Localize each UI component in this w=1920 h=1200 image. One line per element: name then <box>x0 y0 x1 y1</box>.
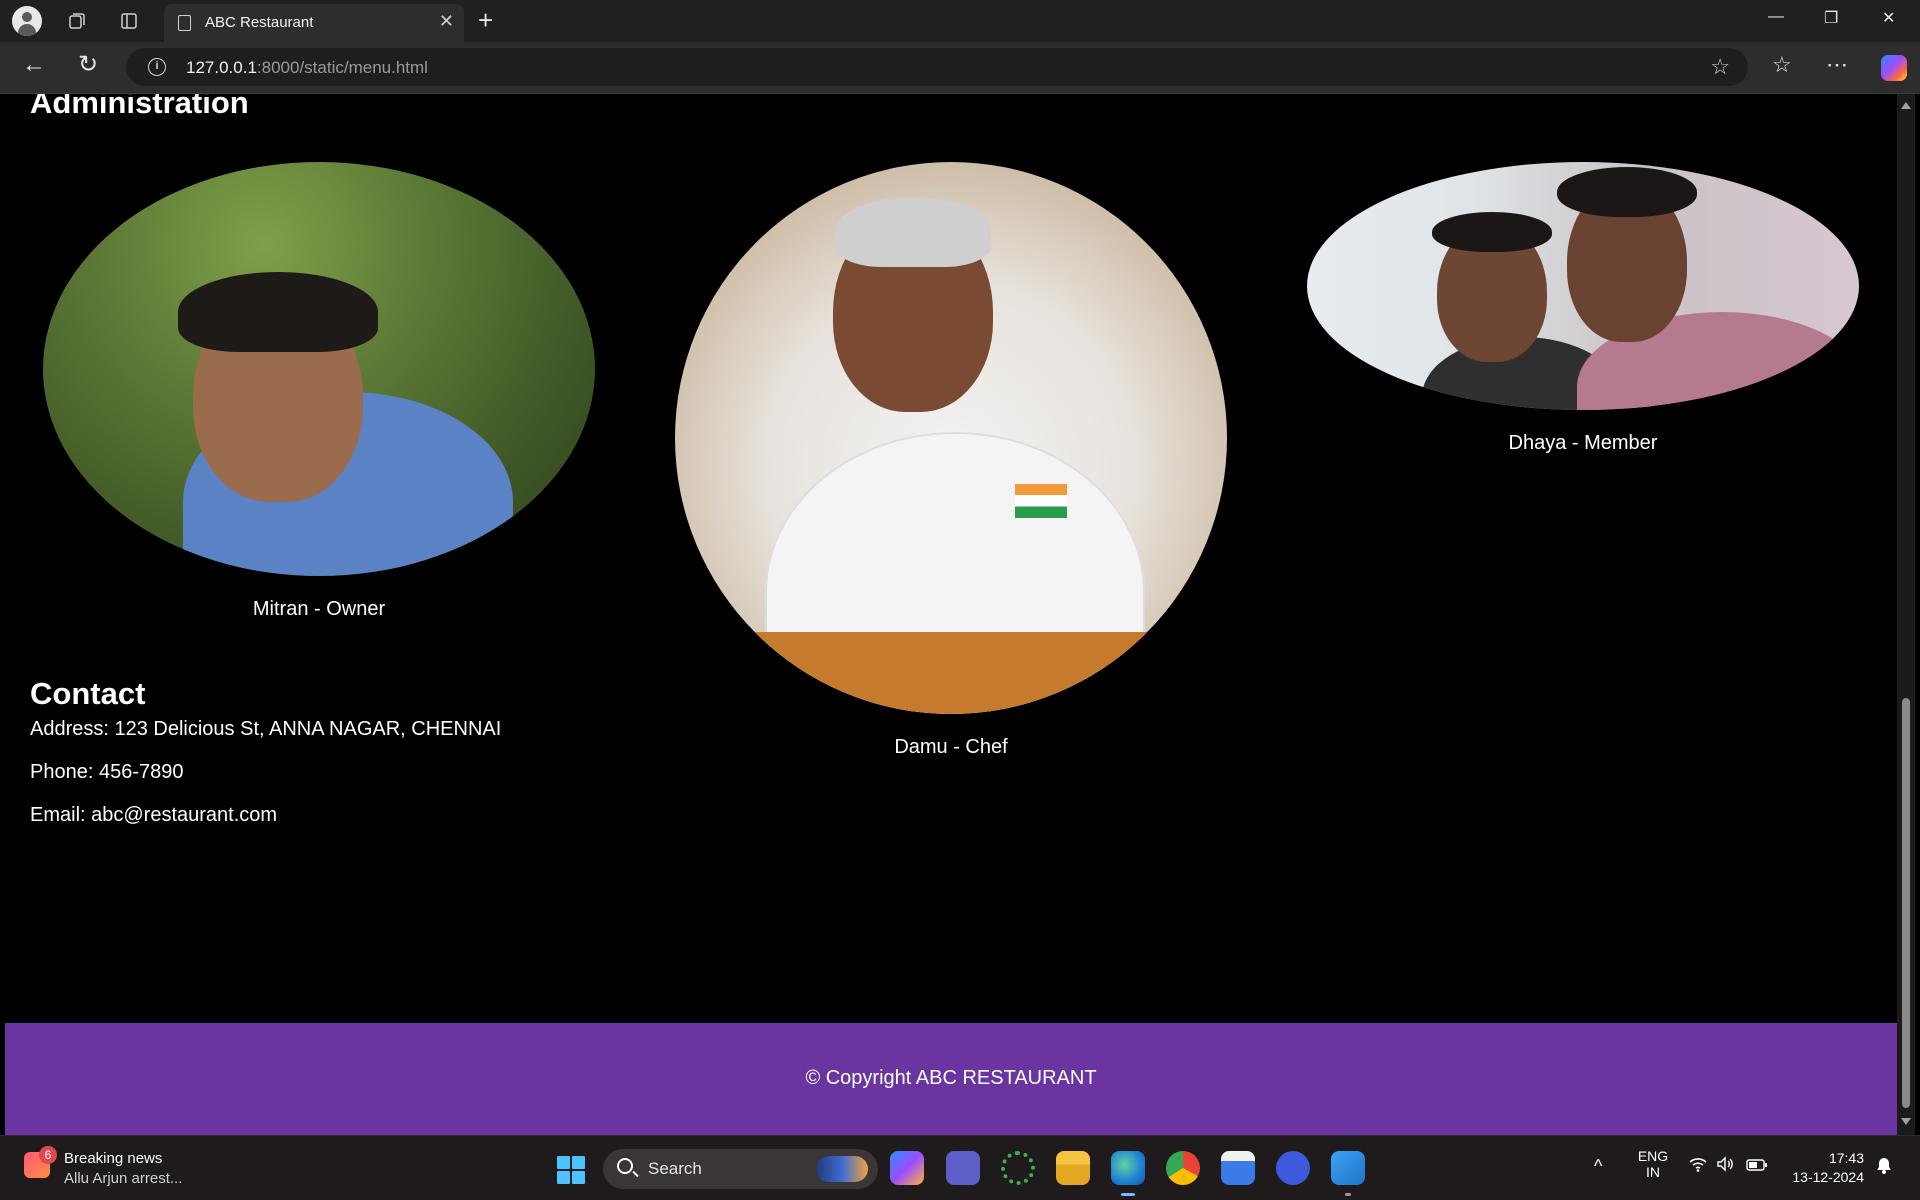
maximize-button[interactable]: ❐ <box>1824 8 1838 28</box>
news-title: Breaking news <box>64 1150 163 1167</box>
favorite-star-icon[interactable]: ☆ <box>1710 54 1730 80</box>
mitran-photo <box>43 162 595 576</box>
wifi-icon[interactable] <box>1688 1156 1708 1175</box>
dhaya-photo <box>1307 162 1859 410</box>
administration-heading: Administration <box>30 94 249 120</box>
vscode-app-icon[interactable] <box>1331 1151 1365 1196</box>
member-card-damu: Damu - Chef <box>675 162 1227 759</box>
taskbar-search[interactable]: Search <box>603 1149 878 1189</box>
clock[interactable]: 17:43 13-12-2024 <box>1784 1150 1864 1185</box>
url-text[interactable]: 127.0.0.1:8000/static/menu.html <box>186 58 428 78</box>
favorites-icon[interactable]: ☆ <box>1772 52 1792 78</box>
damu-photo <box>675 162 1227 714</box>
footer-copyright: © Copyright ABC RESTAURANT <box>805 1067 1097 1089</box>
scroll-down-arrow-icon[interactable] <box>1901 1118 1911 1125</box>
page-icon <box>178 15 191 31</box>
battery-icon[interactable] <box>1746 1158 1768 1174</box>
loader-app-icon[interactable] <box>1001 1151 1035 1185</box>
news-subtitle: Allu Arjun arrest... <box>64 1170 183 1187</box>
search-label: Search <box>648 1159 702 1178</box>
member-caption: Damu - Chef <box>894 736 1008 758</box>
reload-button[interactable]: ↻ <box>78 52 98 78</box>
browser-tab-bar: ABC Restaurant ✕ + — ❐ ✕ <box>0 0 1920 42</box>
url-host: 127.0.0.1 <box>186 58 257 77</box>
member-card-mitran: Mitran - Owner <box>43 162 595 621</box>
photo-table <box>675 632 1227 714</box>
photo-hair-left <box>1432 212 1552 252</box>
search-highlight-image <box>816 1156 868 1182</box>
lang-line1: ENG <box>1637 1148 1669 1164</box>
contact-heading: Contact <box>30 676 146 711</box>
collections-icon[interactable] <box>62 6 92 36</box>
page-scrollbar[interactable] <box>1897 94 1915 1135</box>
member-caption: Mitran - Owner <box>252 598 386 620</box>
page-footer: © Copyright ABC RESTAURANT <box>5 1023 1897 1135</box>
tab-close-icon[interactable]: ✕ <box>439 11 454 32</box>
page-viewport: Administration Mitran - Owner Damu - Che… <box>5 94 1897 1135</box>
windows-taskbar: 6 Breaking news Allu Arjun arrest... Sea… <box>0 1135 1920 1200</box>
start-menu-icon[interactable] <box>557 1156 585 1184</box>
profile-icon[interactable] <box>12 6 42 36</box>
contact-phone: Phone: 456-7890 <box>30 761 184 783</box>
lang-line2: IN <box>1646 1164 1660 1180</box>
tab-abc-restaurant[interactable]: ABC Restaurant ✕ <box>164 4 464 42</box>
contact-email: Email: abc@restaurant.com <box>30 804 278 826</box>
scrollbar-thumb[interactable] <box>1902 698 1910 1108</box>
member-caption: Dhaya - Member <box>1508 432 1658 454</box>
photo-hair <box>835 197 991 267</box>
flag-patch <box>1015 484 1067 518</box>
file-explorer-icon[interactable] <box>1056 1151 1090 1185</box>
chrome-browser-icon[interactable] <box>1166 1151 1200 1185</box>
photo-hair <box>178 272 378 352</box>
scroll-up-arrow-icon[interactable] <box>1901 102 1911 109</box>
tab-title: ABC Restaurant <box>205 14 314 31</box>
photo-hair-right <box>1557 167 1697 217</box>
copilot-app-icon[interactable] <box>890 1151 924 1185</box>
member-card-dhaya: Dhaya - Member <box>1307 162 1859 455</box>
volume-icon[interactable] <box>1716 1156 1736 1175</box>
edge-browser-icon[interactable] <box>1111 1151 1145 1196</box>
store-app-icon[interactable] <box>1221 1151 1255 1185</box>
copilot-icon[interactable] <box>1881 55 1907 81</box>
clock-date: 13-12-2024 <box>1792 1169 1864 1185</box>
url-path: :8000/static/menu.html <box>256 58 428 77</box>
new-tab-button[interactable]: + <box>478 6 493 34</box>
close-window-button[interactable]: ✕ <box>1882 8 1895 28</box>
address-bar[interactable]: i 127.0.0.1:8000/static/menu.html ☆ <box>126 48 1748 86</box>
site-info-icon[interactable]: i <box>148 58 166 76</box>
teams-app-icon[interactable] <box>946 1151 980 1185</box>
search-icon <box>617 1158 633 1174</box>
contact-address: Address: 123 Delicious St, ANNA NAGAR, C… <box>30 718 502 740</box>
tab-actions-icon[interactable] <box>114 6 144 36</box>
notification-bell-icon[interactable] <box>1876 1156 1892 1177</box>
more-options-icon[interactable]: ⋯ <box>1826 52 1848 78</box>
news-badge: 6 <box>39 1146 57 1164</box>
minimize-button[interactable]: — <box>1768 8 1784 26</box>
back-button[interactable]: ← <box>22 52 46 78</box>
show-hidden-icons-chevron[interactable]: ^ <box>1594 1156 1602 1177</box>
browser-toolbar: ← ↻ i 127.0.0.1:8000/static/menu.html ☆ … <box>0 42 1920 94</box>
arc-app-icon[interactable] <box>1276 1151 1310 1185</box>
clock-time: 17:43 <box>1828 1150 1864 1166</box>
language-indicator[interactable]: ENG IN <box>1635 1148 1671 1180</box>
